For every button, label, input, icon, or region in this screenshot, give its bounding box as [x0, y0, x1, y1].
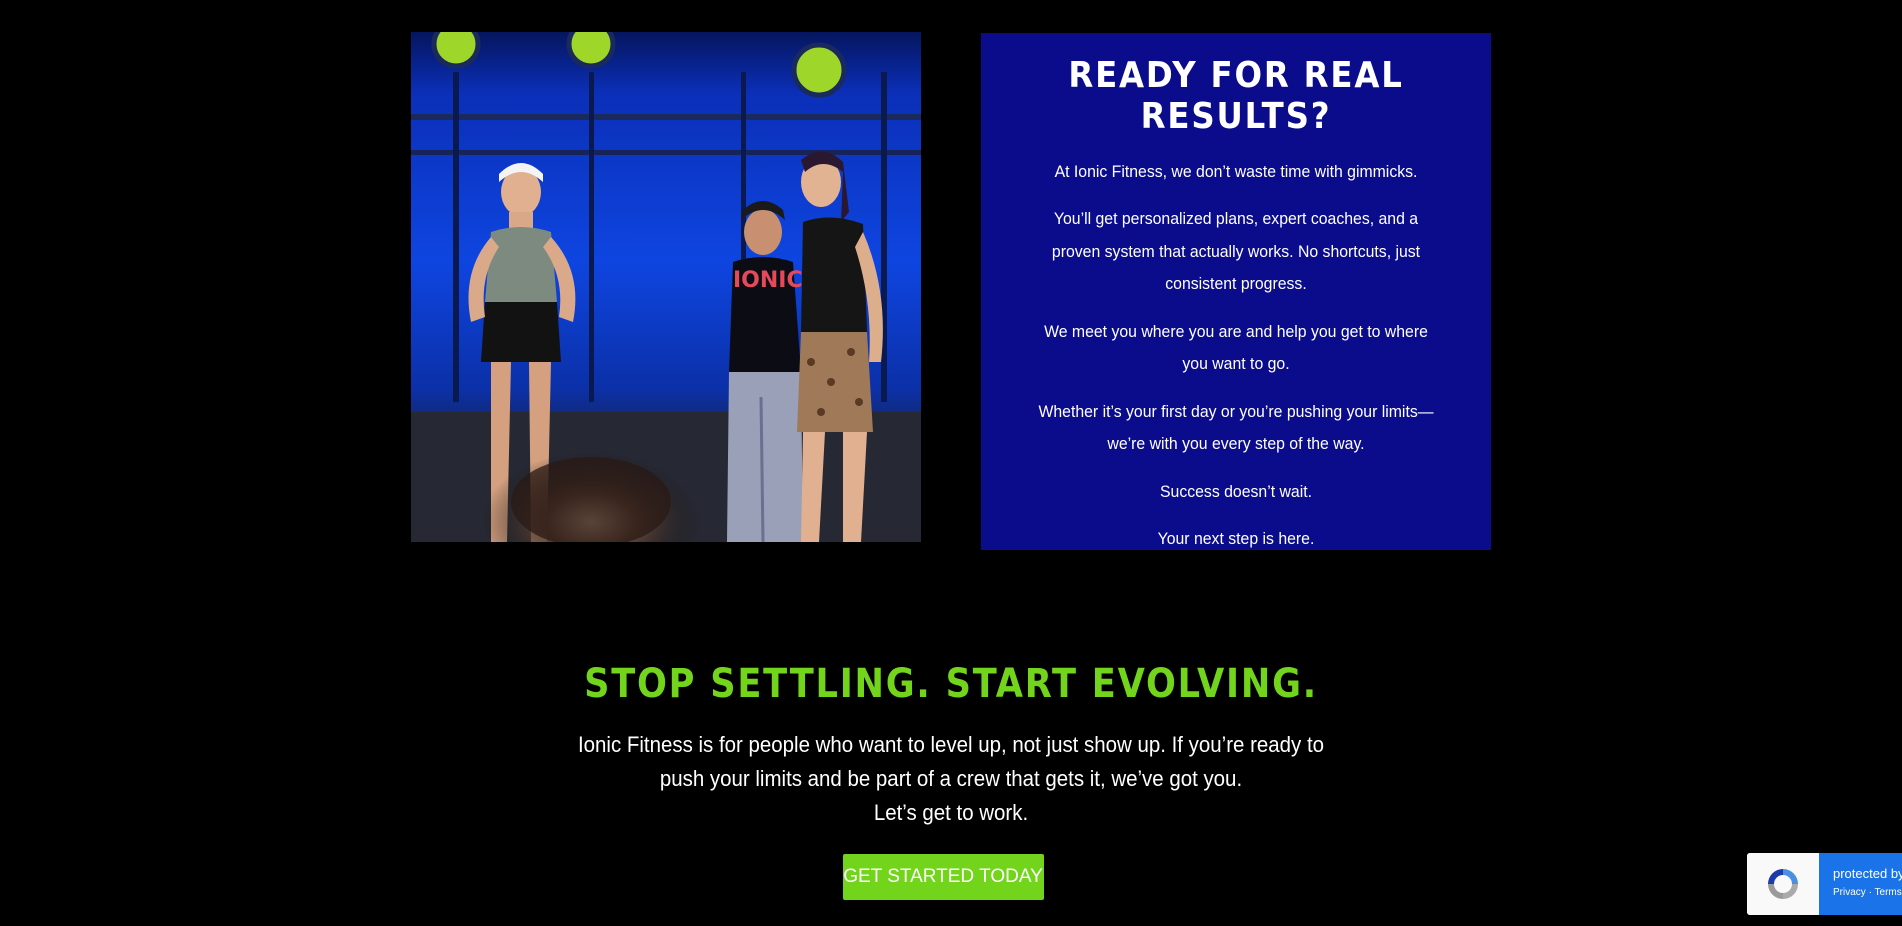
results-card-paragraph-4: Whether it’s your first day or you’re pu… — [1038, 401, 1434, 454]
results-card-paragraph-2: You’ll get personalized plans, expert co… — [1051, 209, 1421, 294]
results-card-paragraph-3: We meet you where you are and help you g… — [1044, 321, 1428, 374]
cta-section: STOP SETTLING. START EVOLVING. Ionic Fit… — [0, 656, 1902, 900]
recaptcha-privacy-link[interactable]: Privacy — [1833, 887, 1866, 898]
shirt-logo-text: IONIC — [733, 268, 803, 293]
photo-illustration: IONIC — [411, 32, 921, 542]
results-card: READY FOR REAL RESULTS? At Ionic Fitness… — [981, 33, 1491, 550]
results-card-paragraph-5: Success doesn’t wait. — [1159, 481, 1313, 501]
cta-body-line-1: Ionic Fitness is for people who want to … — [577, 732, 1325, 791]
results-card-paragraph-1: At Ionic Fitness, we don’t waste time wi… — [1054, 161, 1418, 181]
recaptcha-links: Privacy · Terms — [1833, 887, 1902, 898]
recaptcha-badge[interactable]: protected by reCAPTCHA Privacy · Terms — [1747, 853, 1902, 915]
recaptcha-link-separator: · — [1865, 887, 1875, 898]
get-started-button[interactable]: GET STARTED TODAY — [842, 854, 1044, 900]
results-card-paragraph-6: Your next step is here. — [1157, 529, 1315, 549]
recaptcha-logo-icon — [1747, 853, 1819, 915]
gym-group-photo: IONIC — [411, 32, 921, 542]
recaptcha-protected-text: protected by reCAPTCHA — [1833, 866, 1902, 881]
cta-body: Ionic Fitness is for people who want to … — [570, 728, 1333, 830]
recaptcha-text-panel: protected by reCAPTCHA Privacy · Terms — [1819, 853, 1902, 915]
results-card-title: READY FOR REAL RESULTS? — [1068, 55, 1404, 138]
recaptcha-terms-link[interactable]: Terms — [1875, 887, 1902, 898]
cta-title: STOP SETTLING. START EVOLVING. — [584, 661, 1318, 707]
cta-body-line-2: Let’s get to work. — [873, 800, 1029, 825]
recaptcha-arrows-icon — [1768, 869, 1798, 899]
